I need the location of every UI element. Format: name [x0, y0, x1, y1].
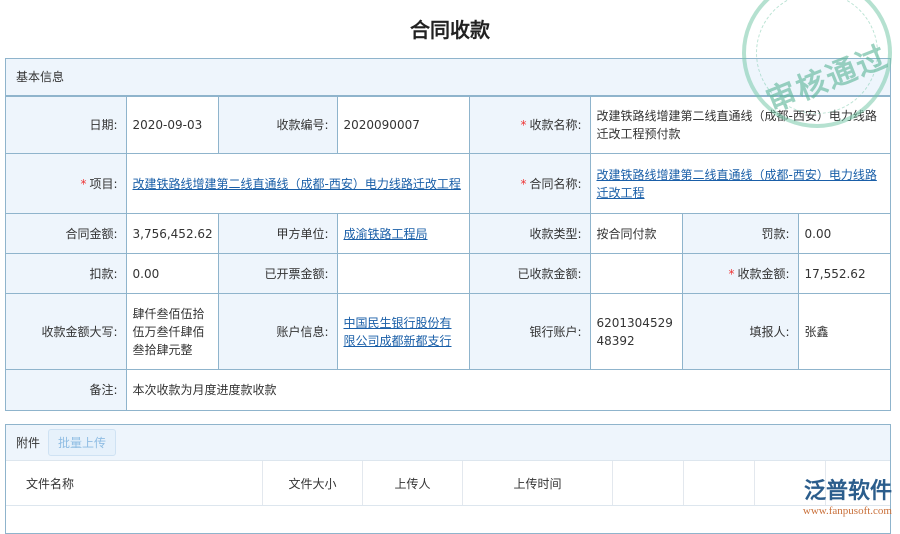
contract-label: * 合同名称:	[468, 153, 591, 214]
penalty-value: 0.00	[797, 213, 890, 254]
col-upload-time: 上传时间	[463, 461, 613, 505]
project-label: * 项目:	[6, 153, 127, 214]
deduct-value: 0.00	[125, 253, 219, 294]
party-label: 甲方单位:	[217, 213, 338, 254]
date-value: 2020-09-03	[125, 96, 219, 154]
name-label: * 收款名称:	[468, 96, 591, 154]
receipt-value: 17,552.62	[797, 253, 890, 294]
deduct-label: 扣款:	[6, 253, 127, 294]
receipt-label: * 收款金额:	[681, 253, 799, 294]
upper-value: 肆仟叁佰伍拾伍万叁仟肆佰叁拾肆元整	[125, 293, 219, 370]
remark-label: 备注:	[6, 369, 127, 410]
basic-info-panel: 基本信息 日期: 2020-09-03 收款编号: 2020090007 * 收款…	[5, 58, 891, 411]
amount-value: 3,756,452.62	[125, 213, 219, 254]
batch-upload-button[interactable]: 批量上传	[48, 429, 117, 456]
reporter-value: 张鑫	[797, 293, 890, 370]
attachments-panel: 附件 批量上传 文件名称 文件大小 上传人 上传时间	[5, 424, 891, 534]
reporter-label: 填报人:	[681, 293, 799, 370]
type-value: 按合同付款	[589, 213, 683, 254]
project-link[interactable]: 改建铁路线增建第二线直通线（成都-西安）电力线路迁改工程	[133, 177, 461, 191]
no-value: 2020090007	[336, 96, 470, 154]
contract-link[interactable]: 改建铁路线增建第二线直通线（成都-西安）电力线路迁改工程	[597, 168, 877, 200]
type-label: 收款类型:	[468, 213, 591, 254]
received-value	[589, 253, 683, 294]
invoiced-label: 已开票金额:	[217, 253, 338, 294]
bank-label: 银行账户:	[468, 293, 591, 370]
col-file-size: 文件大小	[263, 461, 363, 505]
invoiced-value	[336, 253, 470, 294]
col-uploader: 上传人	[363, 461, 463, 505]
no-label: 收款编号:	[217, 96, 338, 154]
party-link[interactable]: 成渝铁路工程局	[344, 227, 428, 241]
penalty-label: 罚款:	[681, 213, 799, 254]
account-link[interactable]: 中国民生银行股份有限公司成都新都支行	[344, 316, 452, 348]
bank-value: 620130452948392	[589, 293, 683, 370]
col-file-name: 文件名称	[6, 461, 263, 505]
date-label: 日期:	[6, 96, 127, 154]
upper-label: 收款金额大写:	[6, 293, 127, 370]
account-label: 账户信息:	[217, 293, 338, 370]
remark-value: 本次收款为月度进度款收款	[125, 369, 890, 410]
attachments-table-header: 文件名称 文件大小 上传人 上传时间	[6, 461, 890, 506]
received-label: 已收款金额:	[468, 253, 591, 294]
fanpu-logo: 泛普软件 www.fanpusoft.com	[802, 479, 892, 517]
amount-label: 合同金额:	[6, 213, 127, 254]
attachments-header: 附件	[16, 436, 41, 450]
